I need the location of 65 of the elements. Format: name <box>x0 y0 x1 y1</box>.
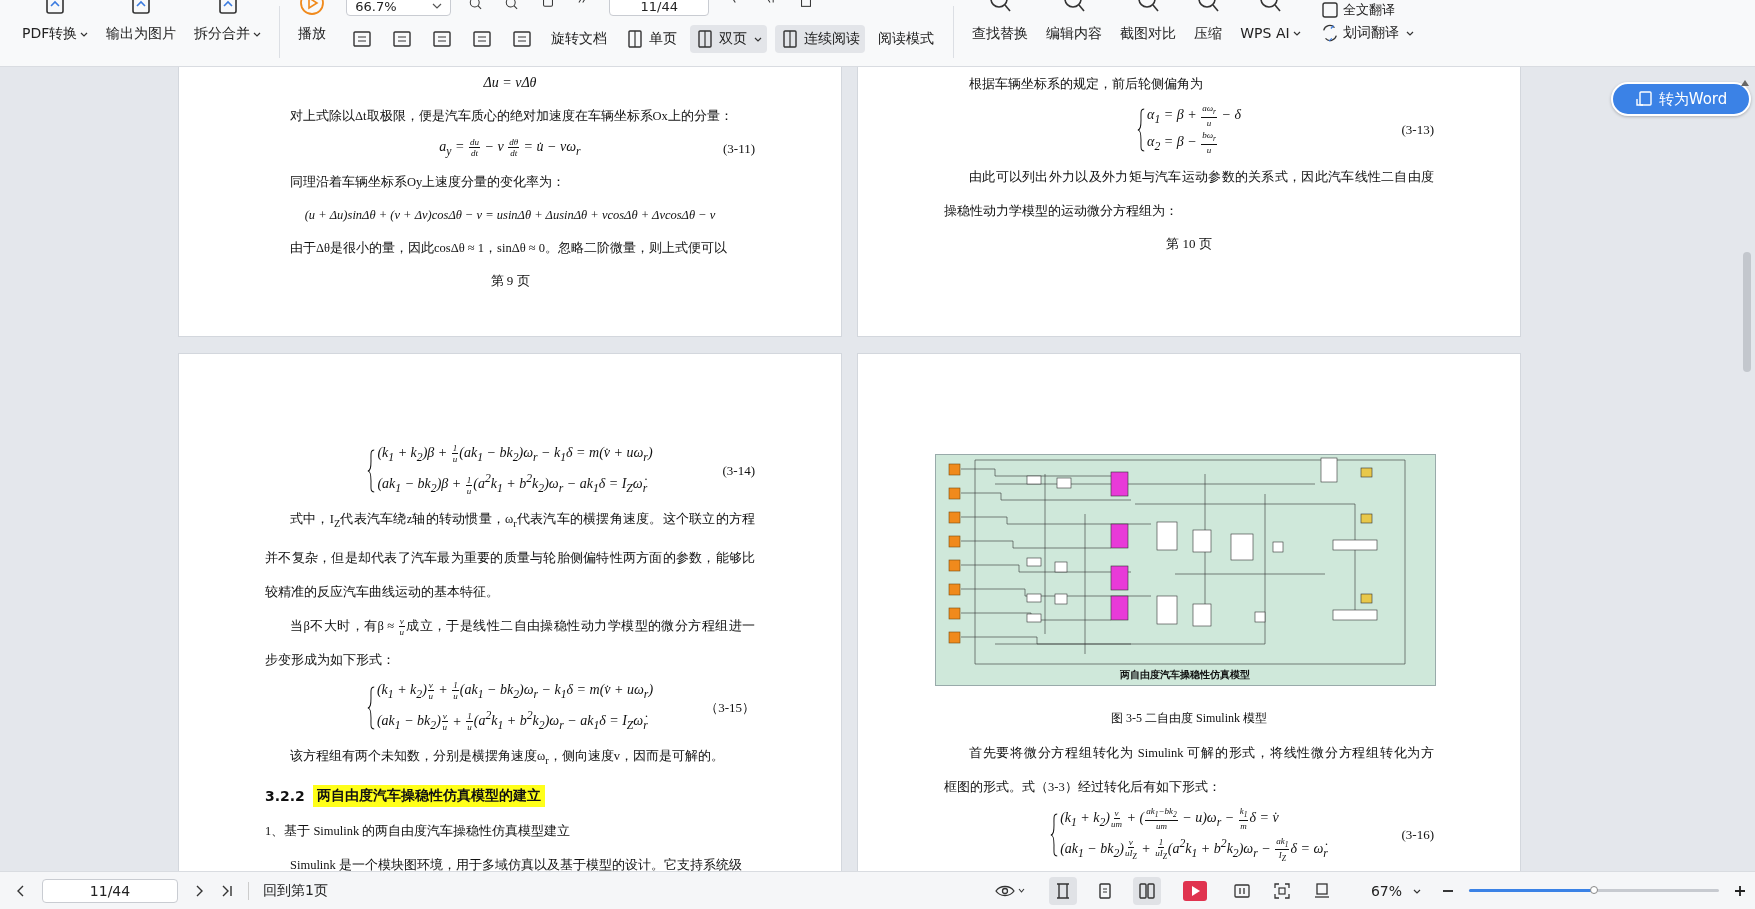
caret-icon <box>253 30 262 38</box>
toolbar-button[interactable]: 截图对比 <box>1116 0 1181 43</box>
brace-mark <box>1137 108 1146 153</box>
zoom-field[interactable]: 66.7% <box>346 0 452 16</box>
paragraph: 式中，I$_{Z}$代表汽车绕z轴的转动惯量，ω$_{r}$代表汽车的横摆角速度。这个联立的方程 并不复杂，但是却代表了汽车最为重要的质量与轮胎侧偏特性两方面的参数，能够比 较精准的反应汽车曲线运动的基本特征。 <box>265 511 755 601</box>
eye-icon[interactable] <box>994 883 1025 898</box>
section-title: 两自由度汽车操稳性仿真模型的建立 <box>312 784 545 807</box>
double-page-icon[interactable] <box>1132 876 1161 905</box>
equation-number: (3-14) <box>722 463 755 480</box>
full-translate-button[interactable]: 全文翻译 <box>1320 1 1414 18</box>
page-number: 第 9 页 <box>489 272 531 290</box>
equation: Δu = vΔθ <box>483 74 537 92</box>
paragraph: 由于Δθ是很小的量，因此cosΔθ ≈ 1，sinΔθ ≈ 0。忽略二阶微量，则上式便可以 <box>289 240 729 257</box>
paragraph: Simulink 是一个模块图环境，用于多域仿真以及基于模型的设计。它支持系统级 <box>289 856 743 871</box>
equation-number: (3-11) <box>723 141 755 157</box>
back-to-first-page-button[interactable]: 回到第1页 <box>263 881 328 900</box>
section-number: 3.2.2 <box>265 787 305 804</box>
paragraph: 1、基于 Simulink 的两自由度汽车操稳性仿真模型建立 <box>265 822 572 840</box>
view-button[interactable]: 单页 <box>620 25 683 53</box>
zoom-slider[interactable] <box>1469 889 1719 892</box>
toolbar-button[interactable]: WPS AI <box>1236 0 1305 43</box>
scrollbar-thumb[interactable] <box>1743 252 1751 372</box>
view-button[interactable]: 旋转文档 <box>546 25 613 53</box>
toolbar-button[interactable]: 压缩 <box>1190 0 1227 43</box>
zoom-dropdown[interactable]: 67% <box>1370 882 1421 899</box>
play-button[interactable] <box>1182 880 1207 901</box>
equation-number: （3-15） <box>705 698 755 717</box>
scroll-up-arrow[interactable] <box>1740 79 1750 87</box>
caret-icon <box>1405 29 1414 37</box>
paragraph: 该方程组有两个未知数，分别是横摆角速度ω$_{r}$，侧向速度v，因而是可解的。 <box>289 748 725 768</box>
figure-title: 两自由度汽车操稳性仿真模型 <box>1120 669 1250 680</box>
view-button[interactable]: 双页 <box>690 25 768 53</box>
slider-thumb[interactable] <box>1590 886 1598 894</box>
toolbar-button[interactable]: 查找替换 <box>968 0 1033 43</box>
paragraph: 首先要将微分方程组转化为 Simulink 可解的形式，将线性微分方程组转化为方 框图的形式。式（3-3）经过转化后有如下形式： <box>944 745 1434 796</box>
page-number: 第 10 页 <box>1165 234 1213 253</box>
view-button[interactable]: 阅读模式 <box>873 25 940 53</box>
actual-size-icon[interactable] <box>351 28 374 50</box>
equation: (u + Δu)sinΔθ + (v + Δv)cosΔθ − v = usinΔθ + ΔusinΔθ + vcosΔθ + ΔvcosΔθ − v <box>304 207 716 224</box>
play-button[interactable]: 播放 <box>294 0 331 43</box>
toolbar-button[interactable]: 编辑内容 <box>1042 0 1107 43</box>
word-translate-button[interactable]: 划词翻译 <box>1320 24 1414 42</box>
actual-size-icon[interactable] <box>1232 881 1251 900</box>
paragraph: 同理沿着车辆坐标系Oy上速度分量的变化率为： <box>289 174 567 191</box>
toolbar-button[interactable]: 拆分合并 <box>190 0 266 43</box>
page-number-field[interactable]: 11/44 <box>609 0 710 16</box>
paragraph: 由此可以列出外力以及外力矩与汽车运动参数的关系式，因此汽车线性二自由度 操稳性动力学模型的运动微分方程组为： <box>944 168 1434 220</box>
page-number-field[interactable]: 11/44 <box>42 878 178 903</box>
toolbar-button[interactable]: PDF转换 <box>18 0 93 43</box>
brace-mark <box>1050 813 1059 858</box>
document-icon <box>1634 90 1653 108</box>
toolbar-button[interactable]: 输出为图片 <box>102 0 181 43</box>
caret-icon <box>80 30 89 38</box>
equation-number: (3-16) <box>1401 827 1434 844</box>
paragraph: 对上式除以Δt取极限，便是汽车质心的绝对加速度在车辆坐标系Ox上的分量： <box>289 108 734 125</box>
caret-icon <box>1292 29 1301 37</box>
figure-caption: 图 3-5 二自由度 Simulink 模型 <box>1110 710 1268 727</box>
caret-icon <box>432 2 443 10</box>
equation-number: (3-13) <box>1401 122 1434 139</box>
view-button[interactable]: 连续阅读 <box>775 25 866 53</box>
brace-mark <box>366 685 375 730</box>
convert-to-word-button[interactable]: 转为Word <box>1611 82 1751 116</box>
brace-mark <box>367 449 376 494</box>
caret-icon <box>754 35 763 43</box>
paragraph: 根据车辆坐标系的规定，前后轮侧偏角为 <box>968 76 1204 93</box>
